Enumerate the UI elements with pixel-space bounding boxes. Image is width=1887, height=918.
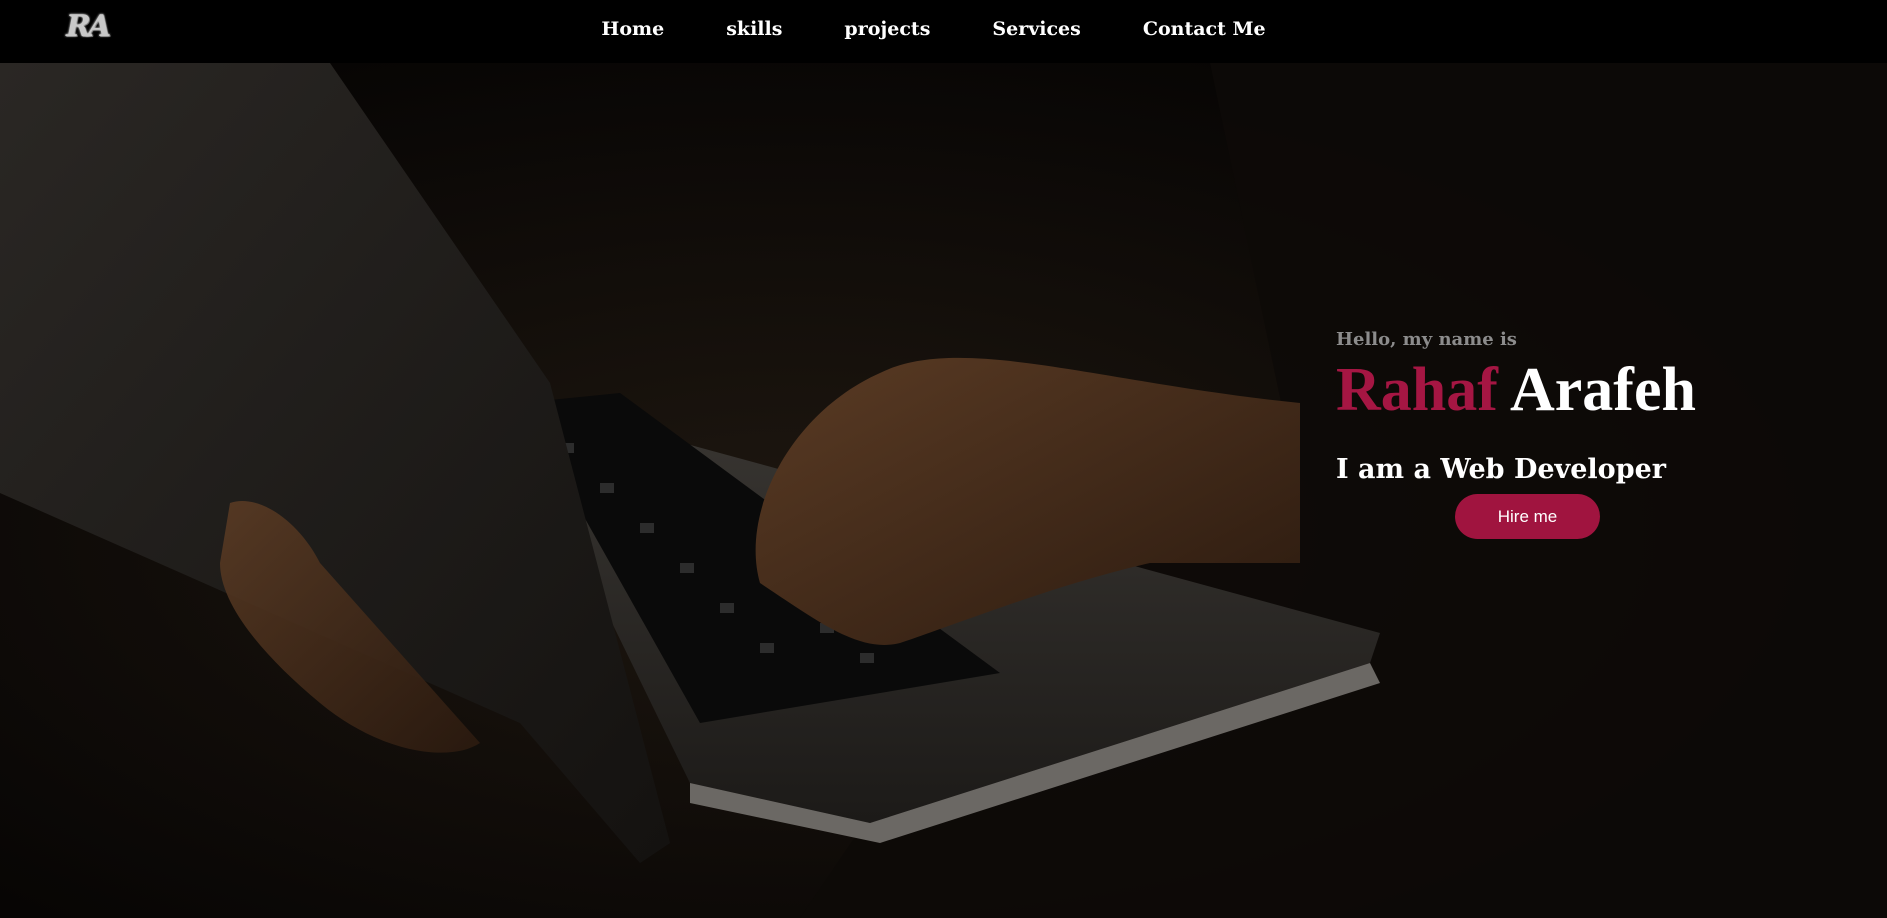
nav-link-contact[interactable]: Contact Me — [1143, 18, 1266, 40]
nav-link-projects[interactable]: projects — [844, 18, 930, 40]
nav-link-home[interactable]: Home — [601, 18, 664, 40]
hire-me-button[interactable]: Hire me — [1455, 494, 1600, 539]
first-name: Rahaf — [1336, 356, 1498, 424]
full-name-heading: Rahaf Arafeh — [1336, 356, 1856, 424]
nav-menu: Home skills projects Services Contact Me — [0, 0, 1887, 58]
tagline: I am a Web Developer — [1336, 454, 1666, 486]
last-name: Arafeh — [1510, 356, 1696, 424]
hero-background-photo — [0, 63, 1887, 918]
nav-link-skills[interactable]: skills — [726, 18, 782, 40]
greeting-text: Hello, my name is — [1336, 329, 1517, 350]
intro-text: Hello, my name is Rahaf Arafeh I am a We… — [1336, 329, 1856, 485]
navbar: RA Home skills projects Services Contact… — [0, 0, 1887, 63]
hero-section: Hello, my name is Rahaf Arafeh I am a We… — [0, 63, 1887, 918]
nav-link-services[interactable]: Services — [992, 18, 1080, 40]
